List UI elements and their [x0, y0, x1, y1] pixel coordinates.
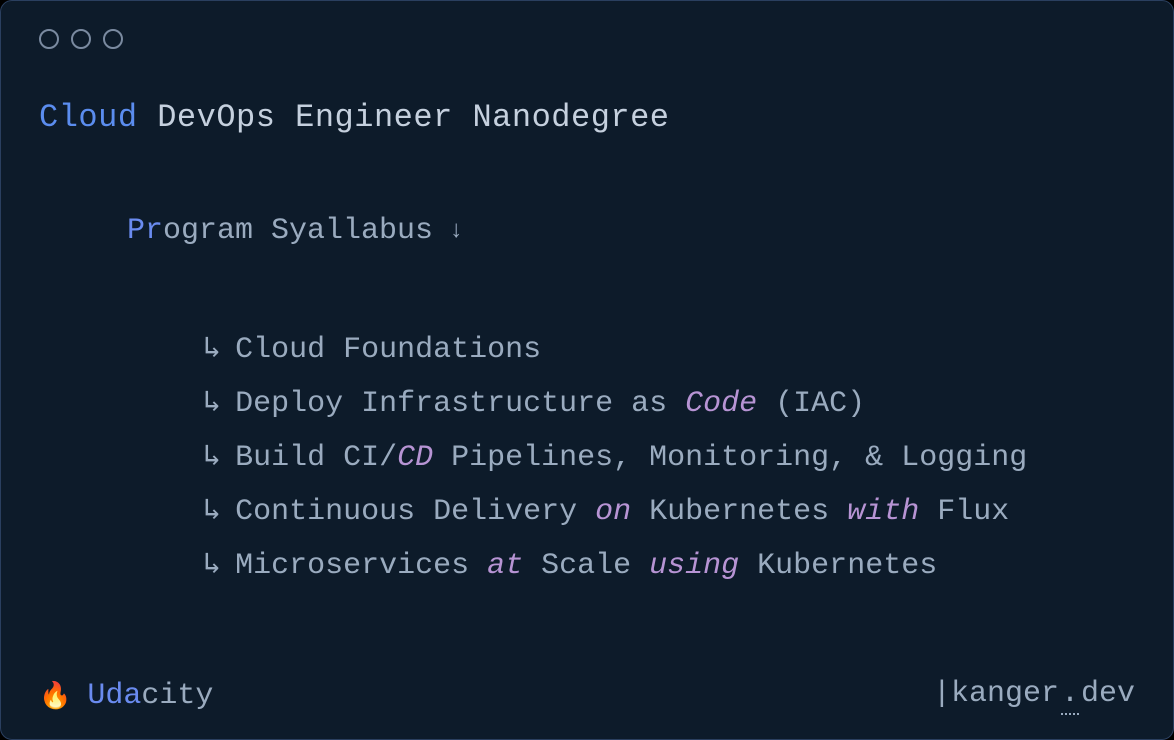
syllabus-header-rest: ogram Syallabus: [163, 214, 433, 248]
maximize-icon[interactable]: [103, 29, 123, 49]
syllabus-items: ↳ Cloud Foundations ↳ Deploy Infrastructure…: [127, 326, 1135, 590]
list-item-text: Build CI/CD Pipelines, Monitoring, & Log…: [235, 434, 1027, 482]
list-item: ↳ Microservices at Scale using Kubernetes: [203, 542, 1135, 590]
plain-text: Continuous Delivery: [235, 495, 595, 529]
plain-text: Kubernetes: [739, 549, 937, 583]
keyword-text: at: [487, 549, 523, 583]
plain-text: Build CI/: [235, 441, 397, 475]
footer-domain-b: dev: [1081, 677, 1135, 711]
list-item: ↳ Build CI/CD Pipelines, Monitoring, & Lo…: [203, 434, 1135, 482]
footer: 🔥 Udacity | kanger.dev: [39, 677, 1135, 715]
footer-pipe: |: [933, 677, 951, 711]
plain-text: Cloud Foundations: [235, 333, 541, 367]
list-item-text: Deploy Infrastructure as Code (IAC): [235, 380, 865, 428]
keyword-text: with: [847, 495, 919, 529]
footer-left: 🔥 Udacity: [39, 679, 213, 713]
keyword-text: Code: [685, 387, 757, 421]
plain-text: Microservices: [235, 549, 487, 583]
plain-text: (IAC): [757, 387, 865, 421]
close-icon[interactable]: [39, 29, 59, 49]
content-area: Cloud DevOps Engineer Nanodegree Program…: [1, 59, 1173, 590]
arrow-down-icon: ↓: [449, 218, 463, 245]
title-rest: DevOps Engineer Nanodegree: [138, 99, 670, 136]
list-item: ↳ Cloud Foundations: [203, 326, 1135, 374]
plain-text: Deploy Infrastructure as: [235, 387, 685, 421]
keyword-text: using: [649, 549, 739, 583]
return-arrow-icon: ↳: [203, 542, 221, 590]
plain-text: Kubernetes: [631, 495, 847, 529]
list-item-text: Microservices at Scale using Kubernetes: [235, 542, 937, 590]
titlebar: [1, 1, 1173, 59]
brand: Udacity: [87, 679, 213, 713]
syllabus-header-hl: Pr: [127, 214, 163, 248]
list-item: ↳ Continuous Delivery on Kubernetes with …: [203, 488, 1135, 536]
list-item-text: Continuous Delivery on Kubernetes with F…: [235, 488, 1009, 536]
title-highlight: Cloud: [39, 99, 138, 136]
page-title: Cloud DevOps Engineer Nanodegree: [39, 99, 1135, 136]
return-arrow-icon: ↳: [203, 326, 221, 374]
footer-right: | kanger.dev: [933, 677, 1135, 715]
list-item: ↳ Deploy Infrastructure as Code (IAC): [203, 380, 1135, 428]
brand-highlight: Uda: [87, 679, 141, 713]
syllabus-header: Program Syallabus ↓: [127, 214, 1135, 248]
footer-domain-a: kanger: [951, 677, 1059, 711]
list-item-text: Cloud Foundations: [235, 326, 541, 374]
return-arrow-icon: ↳: [203, 488, 221, 536]
terminal-window: Cloud DevOps Engineer Nanodegree Program…: [0, 0, 1174, 740]
syllabus-section: Program Syallabus ↓ ↳ Cloud Foundations ↳ D…: [39, 214, 1135, 590]
minimize-icon[interactable]: [71, 29, 91, 49]
return-arrow-icon: ↳: [203, 380, 221, 428]
footer-dot: .: [1061, 677, 1079, 715]
fire-icon: 🔥: [39, 681, 71, 712]
keyword-text: CD: [397, 441, 433, 475]
return-arrow-icon: ↳: [203, 434, 221, 482]
plain-text: Pipelines, Monitoring, & Logging: [433, 441, 1027, 475]
keyword-text: on: [595, 495, 631, 529]
brand-rest: city: [141, 679, 213, 713]
plain-text: Flux: [919, 495, 1009, 529]
plain-text: Scale: [523, 549, 649, 583]
